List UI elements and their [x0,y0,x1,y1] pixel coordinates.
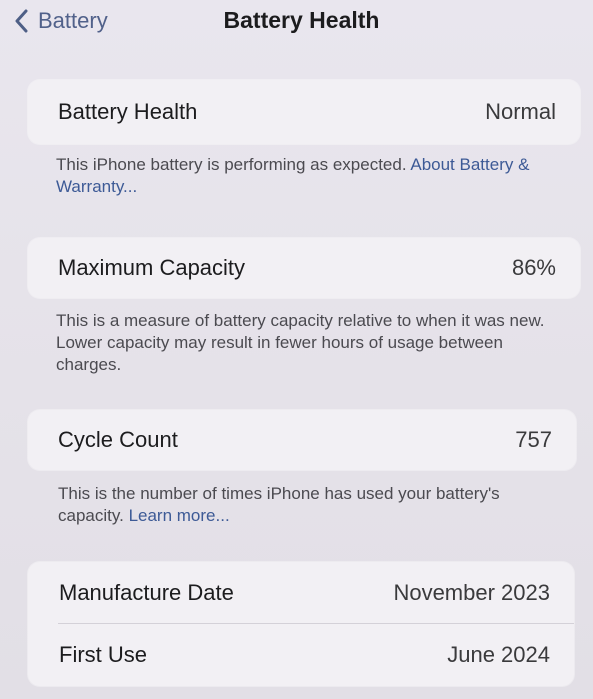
page-title: Battery Health [223,7,380,33]
battery-health-label: Battery Health [58,99,198,124]
first-use-label: First Use [59,642,147,667]
cycle-count-value: 757 [515,427,552,452]
maximum-capacity-group: Maximum Capacity 86% [28,238,580,298]
cycle-count-row: Cycle Count 757 [28,410,576,470]
manufacture-date-label: Manufacture Date [59,579,234,605]
first-use-value: June 2024 [447,642,550,667]
learn-more-link[interactable]: Learn more... [129,506,230,525]
navigation-bar: Battery Battery Health [0,0,593,48]
battery-health-row: Battery Health Normal [28,80,580,144]
maximum-capacity-value: 86% [511,255,556,280]
battery-health-footer: This iPhone battery is performing as exp… [56,154,536,198]
battery-dates-group: Manufacture Date November 2023 First Use… [28,562,574,686]
manufacture-date-row: Manufacture Date November 2023 [28,562,574,623]
manufacture-date-value: November 2023 [393,579,550,605]
maximum-capacity-row: Maximum Capacity 86% [28,238,580,298]
maximum-capacity-footer: This is a measure of battery capacity re… [56,310,546,376]
cycle-count-group: Cycle Count 757 [28,410,576,470]
cycle-count-label: Cycle Count [58,427,178,452]
cycle-count-description: This is the number of times iPhone has u… [58,484,500,525]
first-use-row: First Use June 2024 [28,624,574,686]
battery-health-value: Normal [485,99,556,124]
maximum-capacity-description: This is a measure of battery capacity re… [56,311,545,374]
battery-health-group: Battery Health Normal [28,80,580,144]
battery-health-description: This iPhone battery is performing as exp… [56,155,411,174]
cycle-count-footer: This is the number of times iPhone has u… [58,483,508,527]
maximum-capacity-label: Maximum Capacity [58,255,246,280]
